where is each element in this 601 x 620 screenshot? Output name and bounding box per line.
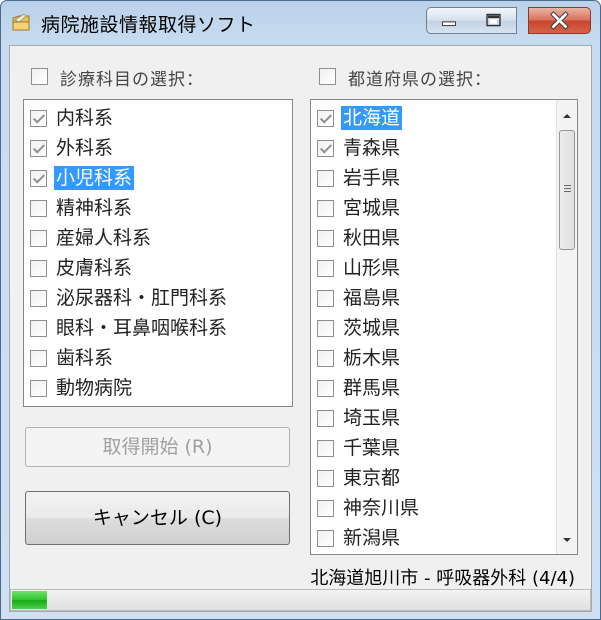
prefecture-listbox[interactable]: 北海道青森県岩手県宮城県秋田県山形県福島県茨城県栃木県群馬県埼玉県千葉県東京都神… (310, 99, 578, 555)
list-item[interactable]: 外科系 (24, 133, 292, 163)
item-label: 群馬県 (343, 377, 401, 399)
item-label: 宮城県 (343, 197, 401, 219)
prefecture-group-label: 都道府県の選択： (348, 70, 492, 90)
item-label: 泌尿器科・肛門科系 (56, 287, 228, 309)
item-label: 福島県 (343, 287, 401, 309)
item-checkbox[interactable] (317, 200, 334, 217)
list-item[interactable]: 東京都 (311, 463, 577, 493)
title-bar[interactable]: 病院施設情報取得ソフト (1, 1, 600, 45)
list-item[interactable]: 新潟県 (311, 523, 577, 553)
item-checkbox[interactable] (317, 440, 334, 457)
item-label: 北海道 (341, 106, 403, 130)
maximize-icon (486, 13, 501, 27)
item-checkbox[interactable] (30, 320, 47, 337)
item-checkbox[interactable] (317, 530, 334, 547)
item-label: 埼玉県 (343, 407, 401, 429)
item-checkbox[interactable] (317, 290, 334, 307)
item-label: 千葉県 (343, 437, 401, 459)
list-item[interactable]: 眼科・耳鼻咽喉科系 (24, 313, 292, 343)
item-label: 眼科・耳鼻咽喉科系 (56, 317, 228, 339)
item-label: 動物病院 (56, 377, 133, 399)
list-item[interactable]: 北海道 (311, 103, 577, 133)
item-label: 外科系 (56, 137, 114, 159)
list-item[interactable]: 岩手県 (311, 163, 577, 193)
list-item[interactable]: 産婦人科系 (24, 223, 292, 253)
item-checkbox[interactable] (317, 110, 334, 127)
item-checkbox[interactable] (317, 380, 334, 397)
item-label: 内科系 (56, 107, 114, 129)
list-item[interactable]: 宮城県 (311, 193, 577, 223)
list-item[interactable]: 群馬県 (311, 373, 577, 403)
list-item[interactable]: 福島県 (311, 283, 577, 313)
list-item[interactable]: 千葉県 (311, 433, 577, 463)
select-all-departments-checkbox[interactable] (31, 68, 48, 85)
list-item[interactable]: 栃木県 (311, 343, 577, 373)
item-checkbox[interactable] (30, 200, 47, 217)
list-item[interactable]: 歯科系 (24, 343, 292, 373)
item-label: 神奈川県 (343, 497, 420, 519)
list-item[interactable]: 小児科系 (24, 163, 292, 193)
close-button[interactable] (528, 7, 591, 34)
progress-bar (10, 589, 591, 611)
item-label: 栃木県 (343, 347, 401, 369)
item-checkbox[interactable] (30, 260, 47, 277)
app-window: 病院施設情報取得ソフト 診療科目の選択： 内科系外科系小児科系精神科系産婦人科系… (0, 0, 601, 620)
list-item[interactable]: 秋田県 (311, 223, 577, 253)
list-item[interactable]: 皮膚科系 (24, 253, 292, 283)
item-label: 岩手県 (343, 167, 401, 189)
item-label: 新潟県 (343, 527, 401, 549)
item-label: 秋田県 (343, 227, 401, 249)
item-checkbox[interactable] (30, 170, 47, 187)
item-label: 精神科系 (56, 197, 133, 219)
close-icon (550, 11, 569, 30)
list-item[interactable]: 茨城県 (311, 313, 577, 343)
item-checkbox[interactable] (30, 350, 47, 367)
item-checkbox[interactable] (317, 320, 334, 337)
item-label: 東京都 (343, 467, 401, 489)
maximize-button[interactable] (471, 7, 517, 34)
item-checkbox[interactable] (30, 140, 47, 157)
list-item[interactable]: 泌尿器科・肛門科系 (24, 283, 292, 313)
item-checkbox[interactable] (30, 230, 47, 247)
list-item[interactable]: 埼玉県 (311, 403, 577, 433)
item-checkbox[interactable] (317, 410, 334, 427)
item-label: 歯科系 (56, 347, 114, 369)
item-checkbox[interactable] (30, 110, 47, 127)
item-label: 産婦人科系 (56, 227, 152, 249)
department-group-label: 診療科目の選択： (60, 70, 204, 90)
window-title: 病院施設情報取得ソフト (41, 14, 256, 36)
item-checkbox[interactable] (317, 260, 334, 277)
minimize-icon (442, 21, 456, 27)
item-checkbox[interactable] (317, 140, 334, 157)
item-checkbox[interactable] (30, 290, 47, 307)
item-checkbox[interactable] (317, 230, 334, 247)
minimize-button[interactable] (426, 7, 472, 34)
item-label: 小児科系 (54, 166, 135, 190)
list-item[interactable]: 精神科系 (24, 193, 292, 223)
folder-icon (12, 13, 30, 31)
department-listbox[interactable]: 内科系外科系小児科系精神科系産婦人科系皮膚科系泌尿器科・肛門科系 眼科・耳鼻咽喉科… (23, 99, 293, 407)
list-item[interactable]: 神奈川県 (311, 493, 577, 523)
client-area: 診療科目の選択： 内科系外科系小児科系精神科系産婦人科系皮膚科系泌尿器科・肛門科… (9, 45, 592, 612)
item-checkbox[interactable] (317, 470, 334, 487)
item-checkbox[interactable] (317, 170, 334, 187)
list-item[interactable]: 内科系 (24, 103, 292, 133)
progress-fill (12, 591, 47, 609)
item-checkbox[interactable] (317, 500, 334, 517)
status-text: 北海道旭川市 - 呼吸器外科 (4/4) (310, 568, 575, 589)
item-label: 皮膚科系 (56, 257, 133, 279)
select-all-prefectures-checkbox[interactable] (319, 68, 336, 85)
item-checkbox[interactable] (317, 350, 334, 367)
item-label: 青森県 (343, 137, 401, 159)
item-checkbox[interactable] (30, 380, 47, 397)
cancel-button[interactable]: キャンセル (C) (25, 491, 290, 545)
item-label: 茨城県 (343, 317, 401, 339)
item-label: 山形県 (343, 257, 401, 279)
list-item[interactable]: 山形県 (311, 253, 577, 283)
list-item[interactable]: 青森県 (311, 133, 577, 163)
list-item[interactable]: 動物病院 (24, 373, 292, 403)
start-button[interactable]: 取得開始 (R) (25, 427, 290, 467)
